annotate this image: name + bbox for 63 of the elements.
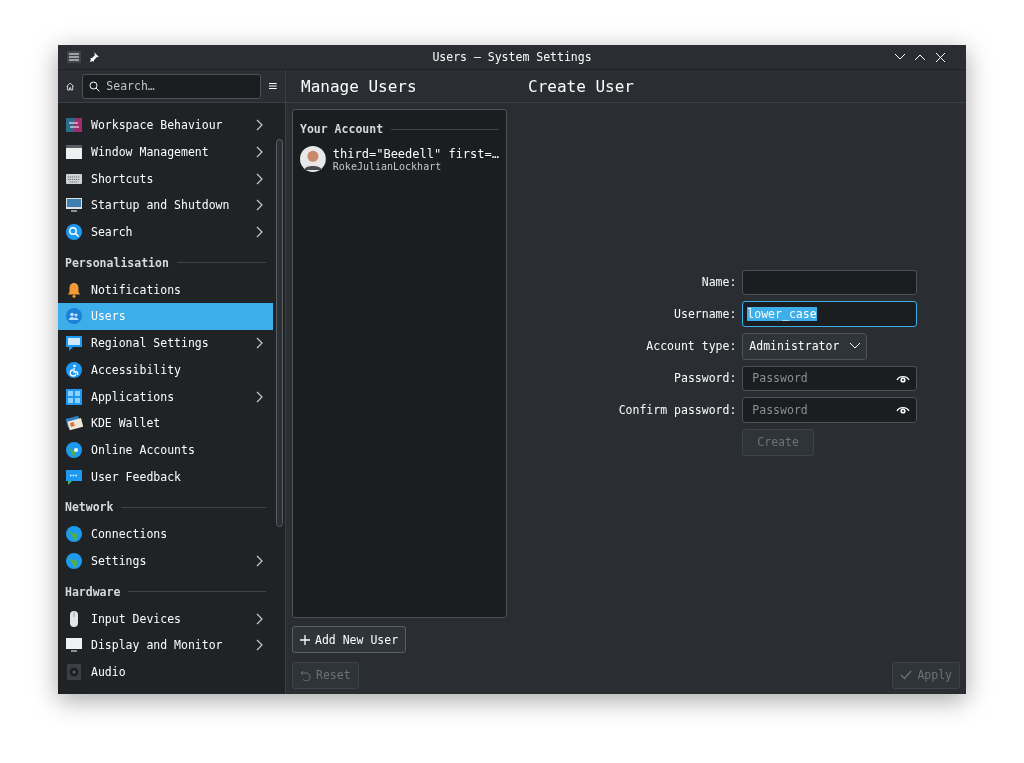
group-title: Network [65,500,114,515]
field-label: Account type: [645,339,737,353]
menu-icon[interactable] [269,81,277,91]
section-title: Your Account [300,122,384,136]
group-title: Hardware [65,584,121,599]
speech-bubble-icon [65,334,83,353]
window-icon [65,143,83,162]
grid-icon [65,387,83,406]
chat-icon [65,467,83,486]
sidebar-item[interactable]: Notifications [58,276,273,304]
window-title: Users — System Settings [431,50,593,64]
page-title: Create User [527,76,634,96]
users-icon [65,307,83,326]
sidebar-item[interactable]: Search [58,218,273,246]
globe-person-icon [65,440,83,459]
bell-icon [65,280,83,299]
sidebar-item[interactable]: Settings [58,547,273,575]
add-user-button[interactable]: Add New User [292,626,407,653]
wallet-icon [65,414,83,433]
sidebar-item[interactable]: User Feedback [58,463,273,490]
field-label: Username: [673,306,737,321]
search-icon [65,223,83,242]
sidebar-item[interactable]: Audio [58,658,273,686]
page-title: Manage Users [300,76,418,96]
sidebar-item[interactable]: Online Accounts [58,436,273,464]
field-label: Password: [673,371,737,386]
globe-icon [65,551,83,570]
account-type-dropdown[interactable]: Administrator [742,332,868,360]
avatar [300,145,326,173]
text-field[interactable] [742,269,918,295]
group-title: Personalisation [65,255,169,270]
eye-icon[interactable] [896,405,911,415]
search-icon [89,80,101,92]
sidebar-item[interactable]: Connections [58,520,273,548]
search-field[interactable]: Search… [82,73,262,99]
undo-icon [300,669,311,681]
password-field[interactable]: Password [742,397,918,423]
password-field[interactable]: Password [742,365,918,391]
scrollbar[interactable] [275,139,283,527]
caret-icon [850,343,861,349]
sidebar-item[interactable]: Applications [58,383,273,410]
sidebar-item[interactable]: Shortcuts [58,165,273,193]
sidebar-item[interactable]: Regional Settings [58,329,273,357]
monitor-icon [65,196,83,215]
sidebar-item[interactable]: KDE Wallet [58,409,273,437]
field-label: Name: [700,275,737,290]
sidebar-item[interactable]: Workspace Behaviour [58,112,273,139]
sidebar-item[interactable]: Startup and Shutdown [58,192,273,219]
sidebar-item[interactable]: Display and Monitor [58,632,273,659]
eye-icon[interactable] [896,373,911,384]
account-username: RokeJulianLockhart [332,160,443,172]
speaker-icon [65,663,83,682]
monitor-icon [65,636,83,655]
workspace-icon [65,116,83,135]
accessibility-icon [65,360,83,379]
globe-icon [65,525,83,544]
sidebar-item[interactable]: Window Management [58,138,273,166]
sidebar-item[interactable]: Input Devices [58,605,273,632]
checkmark-icon [900,670,913,680]
plus-icon [300,634,310,645]
field-label: Confirm password: [618,402,737,417]
account-name[interactable]: third="Beedell" first=… [332,146,499,161]
sidebar-item[interactable]: Accessibility [58,356,273,384]
